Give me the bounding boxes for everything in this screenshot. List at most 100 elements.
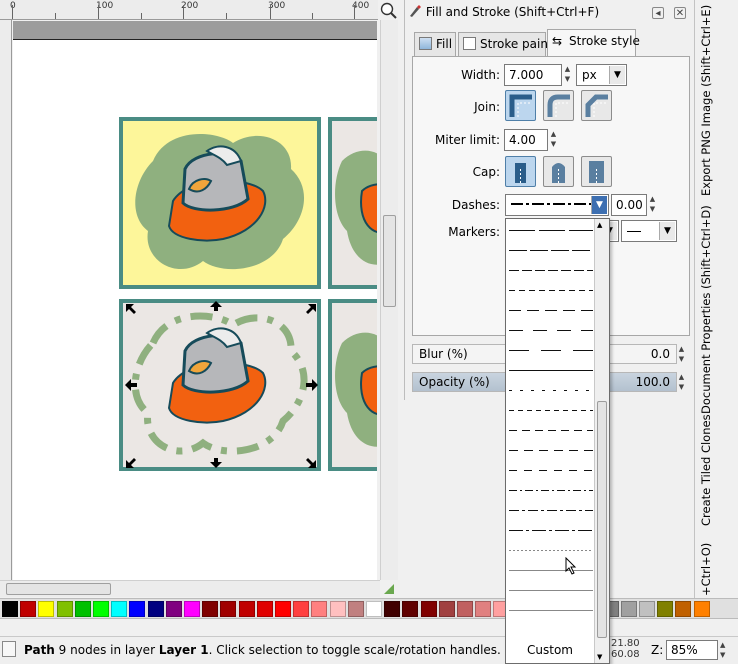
tab-stroke-paint[interactable]: Stroke paint <box>458 32 553 56</box>
cap-label: Cap: <box>472 165 500 179</box>
palette-swatch[interactable] <box>639 601 655 617</box>
dash-pattern-dropdown[interactable]: ▲ ▼ Custom <box>505 218 610 664</box>
width-spinner[interactable]: ▲ ▼ <box>563 64 572 86</box>
dash-option-dash-wide[interactable] <box>509 329 593 331</box>
dash-option-dash-long[interactable] <box>509 349 593 351</box>
dash-option-solid-thin-2[interactable] <box>509 589 593 591</box>
drawing-canvas[interactable] <box>13 21 377 581</box>
palette-swatch[interactable] <box>620 601 637 617</box>
dash-pattern-select[interactable]: ▼ <box>505 194 609 216</box>
palette-swatch[interactable] <box>256 601 273 617</box>
palette-swatch[interactable] <box>74 601 91 617</box>
palette-swatch[interactable] <box>38 601 55 617</box>
dash-offset-spinner[interactable]: ▲ ▼ <box>648 194 657 216</box>
cap-round-button[interactable] <box>543 156 574 187</box>
cap-square-button[interactable] <box>581 156 612 187</box>
dash-option-dash-medium[interactable] <box>509 309 593 311</box>
scroll-up-icon[interactable]: ▲ <box>597 221 602 229</box>
dash-option-dot-fine[interactable] <box>509 549 593 551</box>
blur-spinner[interactable]: ▲ ▼ <box>677 344 686 364</box>
palette-swatch[interactable] <box>202 601 219 617</box>
palette-swatch[interactable] <box>184 601 200 617</box>
dash-option-dash-tiny-2[interactable] <box>509 429 593 431</box>
join-round-button[interactable] <box>543 90 574 121</box>
palette-swatch[interactable] <box>420 601 437 617</box>
dash-option-solid-thin[interactable] <box>509 569 593 571</box>
palette-swatch[interactable] <box>129 601 146 617</box>
zoom-fit-icon[interactable] <box>380 2 398 20</box>
palette-swatch[interactable] <box>475 601 492 617</box>
tab-stroke-style[interactable]: ⇆ Stroke style <box>547 29 640 57</box>
dialog-iconify-icon[interactable]: ◂ <box>652 7 664 19</box>
dash-option-dash-dot[interactable] <box>509 489 593 491</box>
palette-swatch[interactable] <box>238 601 255 617</box>
palette-swatch[interactable] <box>366 601 382 617</box>
palette-swatch[interactable] <box>347 601 364 617</box>
tab-export-png[interactable]: Export PNG Image (Shift+Ctrl+E) <box>699 5 713 196</box>
miter-limit-input[interactable]: 4.00 <box>504 129 548 151</box>
palette-swatch[interactable] <box>293 601 310 617</box>
dash-option-custom[interactable]: Custom <box>506 643 594 657</box>
layer-lock-icon[interactable] <box>2 641 16 657</box>
palette-swatch[interactable] <box>657 601 674 617</box>
scroll-thumb[interactable] <box>383 215 396 307</box>
palette-swatch[interactable] <box>20 601 37 617</box>
palette-swatch[interactable] <box>56 601 73 617</box>
dash-option-dash-tiny[interactable] <box>509 409 593 411</box>
palette-swatch[interactable] <box>693 601 710 617</box>
width-input[interactable]: 7.000 <box>504 64 562 86</box>
dash-option-solid-long[interactable] <box>509 229 593 231</box>
scroll-thumb[interactable] <box>6 583 111 595</box>
color-palette[interactable] <box>0 598 738 619</box>
dash-option-solid-thin-3[interactable] <box>509 609 593 611</box>
dropdown-scrollbar[interactable]: ▲ ▼ <box>594 219 609 663</box>
horizontal-ruler[interactable]: 0 100 200 300 400 <box>0 0 378 20</box>
miter-limit-spinner[interactable]: ▲ ▼ <box>549 129 558 151</box>
tab-create-tiled-clones[interactable]: Create Tiled Clones <box>699 414 713 526</box>
dash-option-dash-dense[interactable] <box>509 269 593 271</box>
palette-swatch[interactable] <box>111 601 128 617</box>
zoom-spinner[interactable]: ▲ ▼ <box>720 640 730 660</box>
dash-option-dash-short-2[interactable] <box>509 469 593 471</box>
opacity-spinner[interactable]: ▲ ▼ <box>677 372 686 392</box>
palette-swatch[interactable] <box>675 601 692 617</box>
palette-swatch[interactable] <box>220 601 237 617</box>
palette-swatch[interactable] <box>402 601 419 617</box>
palette-swatch[interactable] <box>93 601 109 617</box>
dash-option-dot-sparse[interactable] <box>509 389 593 391</box>
dash-option-dash-short[interactable] <box>509 449 593 451</box>
canvas-vertical-scrollbar[interactable] <box>380 20 398 580</box>
selection-handles[interactable] <box>13 21 377 581</box>
join-bevel-button[interactable] <box>581 90 612 121</box>
dash-option-dash-dot-long[interactable] <box>509 529 593 531</box>
palette-swatch[interactable] <box>457 601 473 617</box>
tab-document-properties[interactable]: Document Properties (Shift+Ctrl+D) <box>699 205 713 414</box>
palette-swatch[interactable] <box>2 601 18 617</box>
canvas-horizontal-scrollbar[interactable] <box>0 580 380 597</box>
scroll-down-icon[interactable]: ▼ <box>597 653 602 661</box>
join-miter-button[interactable] <box>505 90 536 121</box>
zoom-input[interactable]: 85% <box>666 640 718 660</box>
dash-offset-input[interactable]: 0.00 <box>611 194 647 216</box>
cap-butt-button[interactable] <box>505 156 536 187</box>
dash-option-dash-xlong[interactable] <box>509 369 593 371</box>
palette-swatch[interactable] <box>384 601 401 617</box>
palette-swatch[interactable] <box>165 601 182 617</box>
palette-swatch[interactable] <box>329 601 346 617</box>
palette-swatch[interactable] <box>311 601 328 617</box>
resize-grip-icon[interactable] <box>382 582 396 596</box>
tab-fill[interactable]: Fill <box>414 32 456 56</box>
width-label: Width: <box>461 68 500 82</box>
dash-option-solid[interactable] <box>509 249 593 251</box>
width-unit-select[interactable]: px ▼ <box>576 64 627 86</box>
palette-swatch[interactable] <box>147 601 164 617</box>
dialog-close-icon[interactable]: ✕ <box>674 7 686 19</box>
palette-swatch[interactable] <box>438 601 455 617</box>
dash-option-dash-dot-dot[interactable] <box>509 509 593 511</box>
palette-swatch[interactable] <box>275 601 291 617</box>
tab-truncated[interactable]: +Ctrl+O) <box>699 543 713 596</box>
scroll-thumb[interactable] <box>597 401 607 638</box>
end-marker-select[interactable]: ▼ <box>621 220 677 242</box>
dash-option-dash-small[interactable] <box>509 289 593 291</box>
vertical-ruler[interactable] <box>0 20 12 582</box>
